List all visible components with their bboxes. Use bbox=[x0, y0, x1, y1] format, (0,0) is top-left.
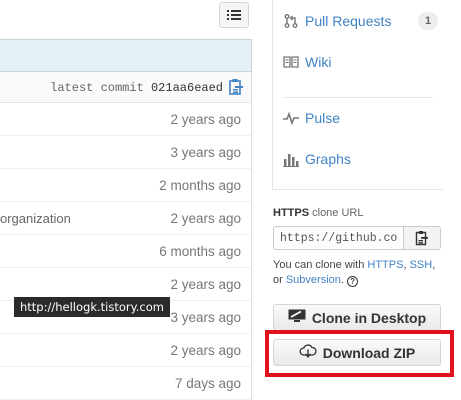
commit-age: 2 months ago bbox=[159, 178, 241, 193]
clipboard-icon bbox=[415, 231, 428, 246]
clone-url-title: HTTPS clone URL bbox=[273, 207, 363, 219]
file-row[interactable]: 7 days ago bbox=[0, 367, 252, 400]
commit-age: 3 years ago bbox=[170, 310, 241, 325]
nav-pull-requests[interactable]: Pull Requests bbox=[283, 10, 391, 32]
commit-info-bar bbox=[0, 39, 252, 72]
pull-request-icon bbox=[283, 13, 299, 29]
pull-request-count-badge: 1 bbox=[418, 12, 438, 30]
commit-age: 2 years ago bbox=[170, 211, 241, 226]
ssh-link[interactable]: SSH bbox=[410, 259, 433, 271]
button-label: Clone in Desktop bbox=[311, 309, 427, 326]
pulse-icon bbox=[283, 110, 299, 126]
subversion-link[interactable]: Subversion bbox=[286, 274, 341, 286]
repo-nav: Pull Requests 1 Wiki Pulse Graphs bbox=[272, 0, 443, 190]
copy-clone-url-button[interactable] bbox=[403, 226, 441, 250]
clone-in-desktop-button[interactable]: Clone in Desktop bbox=[273, 304, 441, 331]
commit-age: 2 years ago bbox=[170, 343, 241, 358]
help-icon[interactable]: ? bbox=[347, 276, 359, 287]
list-view-toggle-button[interactable] bbox=[219, 2, 249, 28]
file-list: 2 years ago 3 years ago 2 months ago org… bbox=[0, 103, 252, 400]
nav-label: Wiki bbox=[305, 54, 332, 70]
commit-age: 2 years ago bbox=[170, 112, 241, 127]
latest-commit-text: latest commit 021aa6eaed bbox=[50, 81, 223, 95]
commit-age: 7 days ago bbox=[174, 376, 241, 391]
commit-sha-link[interactable]: 021aa6eaed bbox=[151, 81, 223, 95]
nav-graphs[interactable]: Graphs bbox=[283, 148, 351, 170]
highlight-box bbox=[265, 330, 454, 377]
nav-label: Pull Requests bbox=[305, 13, 392, 29]
file-row[interactable]: organization 2 years ago bbox=[0, 202, 252, 235]
nav-label: Graphs bbox=[305, 151, 351, 167]
clone-help-end: . bbox=[340, 274, 344, 286]
list-icon bbox=[227, 10, 241, 20]
clone-help-prefix: You can clone with bbox=[273, 259, 365, 271]
file-row[interactable]: 2 months ago bbox=[0, 169, 252, 202]
commit-age: 6 months ago bbox=[159, 244, 241, 259]
file-row[interactable]: 2 years ago bbox=[0, 334, 252, 367]
file-row[interactable]: 3 years ago bbox=[0, 136, 252, 169]
nav-pulse[interactable]: Pulse bbox=[283, 107, 340, 129]
clone-help-text: You can clone with HTTPS, SSH, or Subver… bbox=[273, 258, 448, 288]
clone-title-suffix: clone URL bbox=[312, 207, 364, 219]
monitor-icon bbox=[288, 309, 306, 326]
nav-divider bbox=[283, 97, 433, 98]
https-link[interactable]: HTTPS bbox=[367, 259, 403, 271]
latest-commit-row: latest commit 021aa6eaed bbox=[0, 72, 252, 103]
commit-message[interactable]: organization bbox=[0, 211, 71, 226]
file-row[interactable]: 2 years ago bbox=[0, 103, 252, 136]
file-row[interactable]: 6 months ago bbox=[0, 235, 252, 268]
watermark-label: http://hellogk.tistory.com bbox=[14, 297, 170, 317]
clipboard-icon bbox=[229, 79, 243, 95]
copy-sha-button[interactable] bbox=[228, 78, 244, 96]
clone-protocol: HTTPS bbox=[273, 207, 310, 219]
clone-url-input[interactable] bbox=[273, 226, 403, 250]
commit-age: 2 years ago bbox=[170, 277, 241, 292]
latest-commit-label: latest commit bbox=[50, 81, 144, 95]
clone-help-comma: , bbox=[403, 259, 407, 271]
nav-label: Pulse bbox=[305, 110, 341, 126]
nav-wiki[interactable]: Wiki bbox=[283, 51, 331, 73]
commit-age: 3 years ago bbox=[170, 145, 241, 160]
book-icon bbox=[283, 54, 299, 70]
graph-icon bbox=[283, 151, 299, 167]
